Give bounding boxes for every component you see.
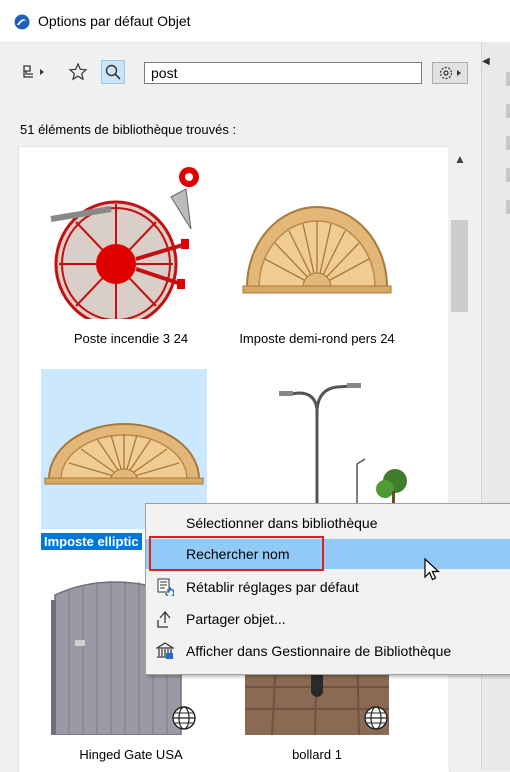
half-round-transom-thumbnail [242, 206, 392, 294]
scroll-up-icon[interactable]: ▲ [454, 152, 466, 166]
library-item-imposte-demi-rond[interactable]: Imposte demi-rond pers 24 [227, 159, 407, 349]
globe-icon [172, 706, 196, 730]
search-icon[interactable] [101, 60, 125, 84]
fire-hose-reel-thumbnail [50, 167, 199, 319]
mouse-cursor-icon [424, 558, 441, 581]
window-title: Options par défaut Objet [38, 13, 191, 29]
menu-item-show-in-library-manager[interactable]: Afficher dans Gestionnaire de Bibliothèq… [146, 636, 510, 666]
menu-item-label: Sélectionner dans bibliothèque [186, 515, 378, 531]
globe-icon [364, 706, 388, 730]
scroll-thumb[interactable] [451, 220, 468, 312]
window-titlebar: Options par défaut Objet [0, 0, 510, 43]
menu-item-label: Partager objet... [186, 611, 286, 627]
item-label: Imposte demi-rond pers 24 [239, 331, 395, 346]
context-menu: Sélectionner dans bibliothèque Recherche… [145, 503, 510, 675]
highlight-annotation [149, 536, 324, 571]
star-icon[interactable] [66, 60, 90, 84]
search-field[interactable] [145, 63, 421, 83]
library-grid[interactable]: Poste incendie 3 24 Imposte demi-rond pe… [18, 146, 450, 772]
settings-button[interactable] [432, 62, 468, 84]
result-count: 51 éléments de bibliothèque trouvés : [20, 122, 237, 137]
item-label-selected: Imposte elliptic [41, 533, 142, 550]
tree-view-icon[interactable] [20, 60, 50, 84]
search-input[interactable] [144, 62, 422, 84]
app-icon [14, 14, 30, 30]
share-icon [157, 610, 171, 628]
gear-icon [439, 66, 461, 80]
menu-item-share-object[interactable]: Partager objet... [146, 604, 510, 634]
menu-item-select-in-library[interactable]: Sélectionner dans bibliothèque [146, 508, 510, 538]
item-label: Hinged Gate USA [79, 747, 183, 762]
menu-item-label: Rétablir réglages par défaut [186, 579, 359, 595]
menu-item-label: Afficher dans Gestionnaire de Bibliothèq… [186, 643, 452, 659]
item-label: Poste incendie 3 24 [73, 331, 189, 346]
library-item-poste-incendie[interactable]: Poste incendie 3 24 [41, 159, 221, 349]
grid-scrollbar[interactable]: ▲ [448, 146, 472, 771]
restore-defaults-icon [157, 578, 174, 596]
library-manager-icon [156, 642, 174, 659]
item-label: bollard 1 [292, 747, 342, 762]
collapse-arrow-icon[interactable]: ◀ [482, 56, 490, 67]
menu-item-restore-defaults[interactable]: Rétablir réglages par défaut [146, 572, 510, 602]
